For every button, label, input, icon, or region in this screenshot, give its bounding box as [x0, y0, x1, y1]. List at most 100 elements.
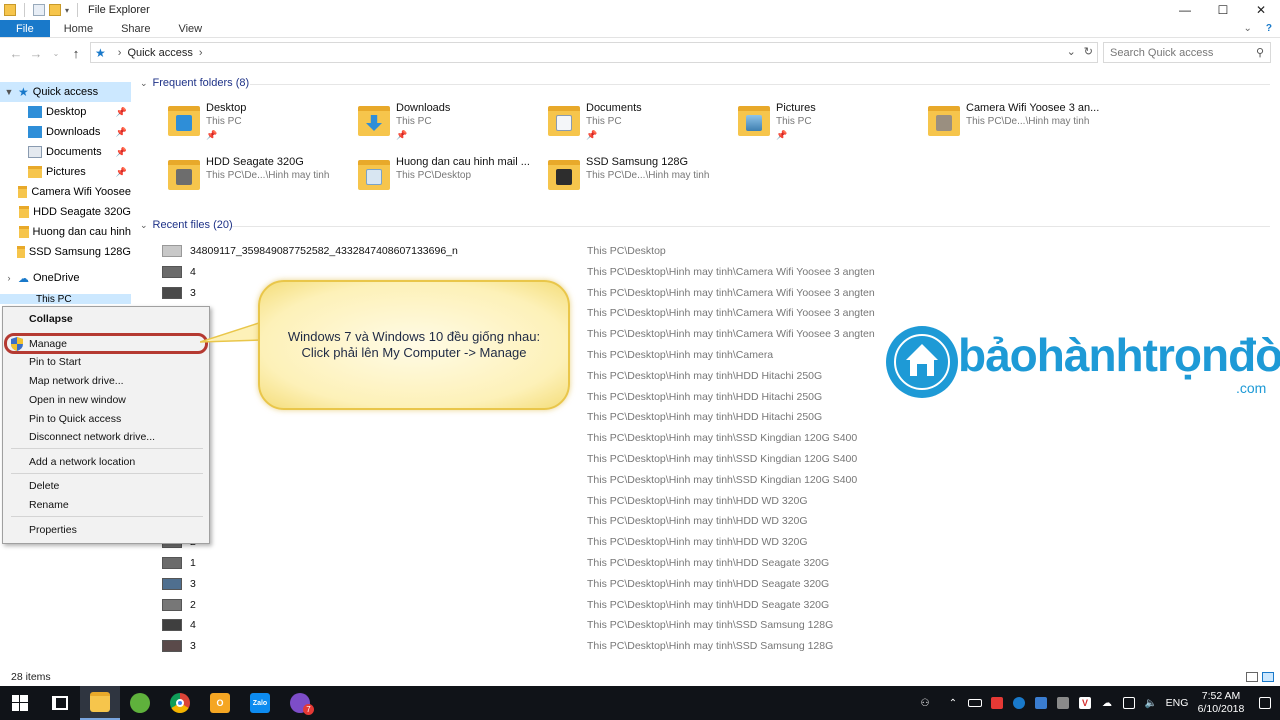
recent-files-header[interactable]: ⌄ Recent files (20)	[140, 219, 233, 231]
sidebar-item-ssd-samsung[interactable]: SSD Samsung 128G	[0, 242, 131, 262]
network-icon[interactable]	[1118, 686, 1140, 720]
large-icons-view-icon[interactable]	[1262, 672, 1274, 682]
folder-tile-desktop[interactable]: Desktop This PC 📌	[168, 102, 348, 148]
up-arrow-icon[interactable]: ↑	[66, 46, 86, 61]
recent-locations-icon[interactable]: ⌄	[46, 49, 66, 58]
breadcrumb-quick-access[interactable]: Quick access	[127, 47, 192, 59]
taskbar-chrome[interactable]	[160, 686, 200, 720]
people-icon[interactable]: ⚇	[914, 686, 936, 720]
clock[interactable]: 7:52 AM 6/10/2018	[1192, 690, 1250, 716]
table-row[interactable]: 2 This PC\Desktop\Hinh may tinh\HDD Seaga…	[160, 595, 880, 615]
table-row[interactable]: 4 This PC\Desktop\Hinh may tinh\SSD Samsu…	[160, 615, 880, 635]
back-arrow-icon[interactable]: ←	[6, 46, 26, 61]
tab-view[interactable]: View	[164, 20, 216, 37]
menu-item-pin-to-start[interactable]: Pin to Start	[3, 353, 209, 371]
task-view-button[interactable]	[40, 686, 80, 720]
forward-arrow-icon[interactable]: →	[26, 46, 46, 61]
qat-dropdown-icon[interactable]: ▾	[65, 6, 69, 15]
language-indicator[interactable]: ENG	[1162, 697, 1192, 709]
chevron-down-icon[interactable]: ⌄	[1244, 20, 1252, 38]
vietkey-icon[interactable]: V	[1074, 686, 1096, 720]
action-center-icon[interactable]	[1250, 686, 1280, 720]
bluetooth-icon[interactable]	[1008, 686, 1030, 720]
collapse-chevron-icon[interactable]: ⌄	[140, 78, 148, 89]
folder-tile-hdd-seagate[interactable]: HDD Seagate 320G This PC\De...\Hinh may …	[168, 156, 348, 202]
sidebar-item-downloads[interactable]: Downloads 📌	[0, 122, 131, 142]
close-button[interactable]: ✕	[1242, 0, 1280, 20]
menu-item-add-network-location[interactable]: Add a network location	[3, 453, 209, 471]
folder-tile-huong-dan[interactable]: Huong dan cau hinh mail ... This PC\Desk…	[358, 156, 538, 202]
app-tray-icon[interactable]	[986, 686, 1008, 720]
menu-item-pin-quick-access[interactable]: Pin to Quick access	[3, 410, 209, 428]
menu-item-collapse[interactable]: Collapse	[3, 310, 209, 328]
sidebar-item-this-pc[interactable]: This PC	[0, 294, 131, 304]
tab-file[interactable]: File	[0, 20, 50, 37]
folder-tile-documents[interactable]: Documents This PC 📌	[548, 102, 728, 148]
taskbar-zalo[interactable]: Zalo	[240, 686, 280, 720]
callout-line-1: Windows 7 và Windows 10 đều giống nhau:	[287, 329, 541, 344]
frequent-folders-header[interactable]: ⌄ Frequent folders (8)	[140, 77, 249, 89]
menu-item-disconnect-network-drive[interactable]: Disconnect network drive...	[3, 428, 209, 446]
sidebar-item-camera-wifi-yoosee[interactable]: Camera Wifi Yoosee	[0, 182, 131, 202]
folder-tile-camera-wifi-yoosee[interactable]: Camera Wifi Yoosee 3 an... This PC\De...…	[928, 102, 1108, 148]
battery-icon[interactable]	[964, 686, 986, 720]
folder-tile-pictures[interactable]: Pictures This PC 📌	[738, 102, 918, 148]
help-icon[interactable]: ?	[1266, 20, 1272, 38]
folder-tile-ssd-samsung[interactable]: SSD Samsung 128G This PC\De...\Hinh may …	[548, 156, 728, 202]
sidebar-item-documents[interactable]: Documents 📌	[0, 142, 131, 162]
maximize-button[interactable]: ☐	[1204, 0, 1242, 20]
table-row[interactable]: This PC\Desktop\Hinh may tinh\SSD Kingdi…	[160, 428, 880, 448]
search-input[interactable]: Search Quick access ⚲	[1103, 42, 1271, 63]
menu-item-open-new-window[interactable]: Open in new window	[3, 391, 209, 409]
tab-share[interactable]: Share	[107, 20, 164, 37]
minimize-button[interactable]: —	[1166, 0, 1204, 20]
show-hidden-icons-chevron-icon[interactable]: ⌃	[942, 686, 964, 720]
search-icon[interactable]: ⚲	[1256, 46, 1264, 59]
table-row[interactable]: 1 This PC\Desktop\Hinh may tinh\HDD Seaga…	[160, 553, 880, 573]
sidebar-item-huong-dan[interactable]: Huong dan cau hinh	[0, 222, 131, 242]
sidebar-item-onedrive[interactable]: › ☁ OneDrive	[0, 268, 131, 288]
sidebar-item-hdd-seagate[interactable]: HDD Seagate 320G	[0, 202, 131, 222]
start-button[interactable]	[0, 686, 40, 720]
table-row[interactable]: This PC\Desktop\Hinh may tinh\HDD Hitach…	[160, 407, 880, 427]
pin-icon: 📌	[115, 146, 127, 157]
table-row[interactable]: 3 This PC\Desktop\Hinh may tinh\SSD Samsu…	[160, 636, 880, 656]
details-view-icon[interactable]	[1246, 672, 1258, 682]
explorer-app-icon[interactable]	[4, 4, 16, 16]
taskbar-file-explorer[interactable]	[80, 686, 120, 720]
sidebar-item-pictures[interactable]: Pictures 📌	[0, 162, 131, 182]
expand-chevron-icon[interactable]: ›	[0, 273, 18, 283]
app-tray-icon[interactable]	[1052, 686, 1074, 720]
collapse-chevron-icon[interactable]: ⌄	[140, 220, 148, 231]
taskbar-coc-coc[interactable]	[120, 686, 160, 720]
table-row[interactable]: This PC\Desktop\Hinh may tinh\SSD Kingdi…	[160, 470, 880, 490]
taskbar-outlook[interactable]: O	[200, 686, 240, 720]
sidebar-item-desktop[interactable]: Desktop 📌	[0, 102, 131, 122]
address-bar[interactable]: ★ › Quick access › ⌄ ↻	[90, 42, 1098, 63]
menu-item-properties[interactable]: Properties	[3, 521, 209, 539]
folder-tile-downloads[interactable]: Downloads This PC 📌	[358, 102, 538, 148]
table-row[interactable]: 3 This PC\Desktop\Hinh may tinh\HDD Seaga…	[160, 574, 880, 594]
onedrive-cloud-icon[interactable]: ☁	[1096, 686, 1118, 720]
address-dropdown-icon[interactable]: ⌄	[1067, 45, 1076, 58]
table-row[interactable]: This PC\Desktop\Hinh may tinh\HDD WD 320…	[160, 511, 880, 531]
new-folder-icon[interactable]	[49, 4, 61, 16]
taskbar-viber[interactable]: 7	[280, 686, 320, 720]
properties-icon[interactable]	[33, 4, 45, 16]
volume-icon[interactable]: 🔈	[1140, 686, 1162, 720]
app-tray-icon[interactable]	[1030, 686, 1052, 720]
refresh-icon[interactable]: ↻	[1084, 45, 1093, 58]
table-row[interactable]: 4 This PC\Desktop\Hinh may tinh\Camera Wi…	[160, 262, 880, 282]
menu-item-rename[interactable]: Rename	[3, 496, 209, 514]
table-row[interactable]: 34809117_359849087752582_433284740860713…	[160, 241, 880, 261]
menu-item-delete[interactable]: Delete	[3, 477, 209, 495]
table-row[interactable]: This PC\Desktop\Hinh may tinh\SSD Kingdi…	[160, 449, 880, 469]
breadcrumb-chevron-icon[interactable]: ›	[199, 47, 203, 59]
table-row[interactable]: This PC\Desktop\Hinh may tinh\HDD WD 320…	[160, 491, 880, 511]
tab-home[interactable]: Home	[50, 20, 107, 37]
menu-item-map-network-drive[interactable]: Map network drive...	[3, 372, 209, 390]
breadcrumb-chevron-icon[interactable]: ›	[118, 47, 122, 59]
expand-chevron-icon[interactable]: ▼	[0, 87, 18, 97]
sidebar-item-quick-access[interactable]: ▼ ★ Quick access	[0, 82, 131, 102]
table-row[interactable]: 2This PC\Desktop\Hinh may tinh\HDD WD 32…	[160, 532, 880, 552]
